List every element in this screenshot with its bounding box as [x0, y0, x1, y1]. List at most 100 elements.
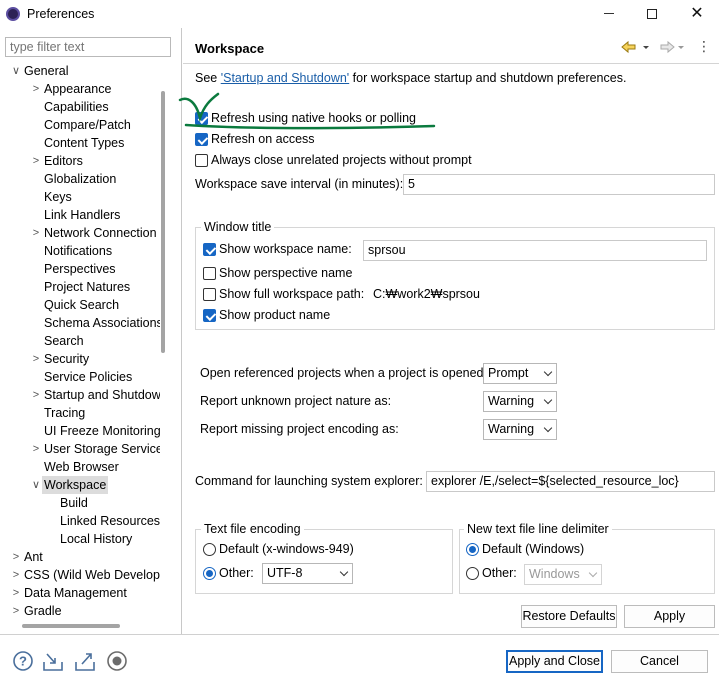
tree-item[interactable]: Tracing — [0, 404, 160, 422]
tree-item[interactable]: UI Freeze Monitoring — [0, 422, 160, 440]
record-icon[interactable] — [106, 650, 128, 672]
tree-item[interactable]: Service Policies — [0, 368, 160, 386]
unknown-nature-combo[interactable]: Warning — [483, 391, 557, 412]
tree-item-label: Tracing — [44, 406, 86, 420]
show-workspace-name-checkbox[interactable] — [203, 243, 216, 256]
open-referenced-combo[interactable]: Prompt — [483, 363, 557, 384]
chevron-right-icon[interactable]: > — [10, 566, 22, 584]
tree-item-label: Perspectives — [44, 262, 116, 276]
chevron-down-icon[interactable]: ∨ — [10, 62, 22, 80]
tree-item[interactable]: > Security — [0, 350, 160, 368]
import-icon[interactable] — [42, 650, 64, 672]
tree-item[interactable]: Web Browser — [0, 458, 160, 476]
export-icon[interactable] — [74, 650, 96, 672]
tree-item[interactable]: > Ant — [0, 548, 160, 566]
close-button[interactable]: ✕ — [682, 4, 712, 24]
intro-prefix: See — [195, 71, 221, 85]
help-icon[interactable]: ? — [12, 650, 34, 672]
encoding-combo[interactable]: UTF-8 — [262, 563, 353, 584]
chevron-right-icon[interactable]: > — [10, 584, 22, 602]
tree-item[interactable]: > Data Management — [0, 584, 160, 602]
chevron-right-icon[interactable]: > — [30, 350, 42, 368]
delimiter-combo[interactable]: Windows — [524, 564, 602, 585]
tree-item[interactable]: Globalization — [0, 170, 160, 188]
chevron-right-icon[interactable]: > — [30, 386, 42, 404]
tree-horizontal-scrollbar[interactable] — [22, 624, 120, 628]
tree-item[interactable]: Capabilities — [0, 98, 160, 116]
missing-encoding-combo[interactable]: Warning — [483, 419, 557, 440]
tree-item-label: Network Connection — [44, 226, 157, 240]
chevron-right-icon[interactable]: > — [30, 80, 42, 98]
tree-item[interactable]: > Startup and Shutdow — [0, 386, 160, 404]
chevron-right-icon[interactable]: > — [30, 152, 42, 170]
apply-and-close-button[interactable]: Apply and Close — [506, 650, 603, 673]
show-product-name-checkbox[interactable] — [203, 309, 216, 322]
tree-item-label: Editors — [44, 154, 83, 168]
show-full-path-checkbox[interactable] — [203, 288, 216, 301]
unknown-nature-label: Report unknown project nature as: — [200, 394, 392, 408]
tree-item[interactable]: Project Natures — [0, 278, 160, 296]
minimize-button[interactable] — [594, 4, 624, 24]
forward-arrow-icon[interactable] — [660, 40, 675, 54]
apply-button[interactable]: Apply — [624, 605, 715, 628]
tree-item[interactable]: > Gradle — [0, 602, 160, 620]
tree-vertical-scrollbar[interactable] — [161, 91, 165, 353]
tree-item[interactable]: ∨ Workspace — [0, 476, 160, 494]
tree-item-label: Keys — [44, 190, 72, 204]
maximize-button[interactable] — [637, 4, 667, 24]
always-close-label: Always close unrelated projects without … — [211, 153, 472, 167]
view-menu-icon[interactable]: ⋮ — [697, 38, 711, 55]
restore-defaults-button[interactable]: Restore Defaults — [521, 605, 617, 628]
tree-item[interactable]: Linked Resources — [0, 512, 160, 530]
chevron-right-icon[interactable]: > — [10, 548, 22, 566]
tree-item[interactable]: Notifications — [0, 242, 160, 260]
cancel-button[interactable]: Cancel — [611, 650, 708, 673]
always-close-checkbox[interactable] — [195, 154, 208, 167]
tree-item[interactable]: > Network Connection — [0, 224, 160, 242]
tree-item-label: Globalization — [44, 172, 117, 186]
missing-encoding-label: Report missing project encoding as: — [200, 422, 399, 436]
delimiter-other-label: Other: — [482, 566, 517, 580]
tree-item[interactable]: Link Handlers — [0, 206, 160, 224]
tree-item[interactable]: Local History — [0, 530, 160, 548]
tree-item[interactable]: Keys — [0, 188, 160, 206]
show-perspective-name-checkbox[interactable] — [203, 267, 216, 280]
workspace-name-input[interactable]: sprsou — [363, 240, 707, 261]
tree-item[interactable]: Compare/Patch — [0, 116, 160, 134]
page-title: Workspace — [195, 41, 265, 56]
delimiter-default-radio[interactable] — [466, 543, 479, 556]
encoding-value: UTF-8 — [267, 566, 303, 580]
tree-item-label: Capabilities — [44, 100, 109, 114]
filter-input[interactable] — [5, 37, 171, 57]
show-product-name-label: Show product name — [219, 308, 331, 322]
tree-item[interactable]: ∨ General — [0, 62, 160, 80]
refresh-access-checkbox[interactable] — [195, 133, 208, 146]
chevron-right-icon[interactable]: > — [10, 602, 22, 620]
delimiter-other-radio[interactable] — [466, 567, 479, 580]
back-dropdown-icon[interactable] — [643, 46, 649, 49]
forward-dropdown-icon[interactable] — [678, 46, 684, 49]
tree-item[interactable]: Build — [0, 494, 160, 512]
tree-item[interactable]: Perspectives — [0, 260, 160, 278]
tree-item[interactable]: Content Types — [0, 134, 160, 152]
header-separator — [183, 63, 719, 64]
chevron-right-icon[interactable]: > — [30, 440, 42, 458]
tree-item[interactable]: Search — [0, 332, 160, 350]
startup-shutdown-link[interactable]: 'Startup and Shutdown' — [221, 71, 349, 85]
tree-item[interactable]: > Appearance — [0, 80, 160, 98]
encoding-other-radio[interactable] — [203, 567, 216, 580]
explorer-command-input[interactable]: explorer /E,/select=${selected_resource_… — [426, 471, 715, 492]
save-interval-input[interactable]: 5 — [403, 174, 715, 195]
tree-item-label: General — [24, 64, 69, 78]
tree-item[interactable]: > User Storage Service — [0, 440, 160, 458]
tree-item[interactable]: Quick Search — [0, 296, 160, 314]
chevron-down-icon[interactable]: ∨ — [30, 476, 42, 494]
tree-item-label: Project Natures — [44, 280, 131, 294]
tree-item[interactable]: Schema Associations — [0, 314, 160, 332]
back-arrow-icon[interactable] — [621, 40, 636, 54]
tree-item[interactable]: > CSS (Wild Web Develop — [0, 566, 160, 584]
chevron-right-icon[interactable]: > — [30, 224, 42, 242]
encoding-default-radio[interactable] — [203, 543, 216, 556]
tree-item[interactable]: > Editors — [0, 152, 160, 170]
chevron-down-icon — [543, 367, 553, 377]
